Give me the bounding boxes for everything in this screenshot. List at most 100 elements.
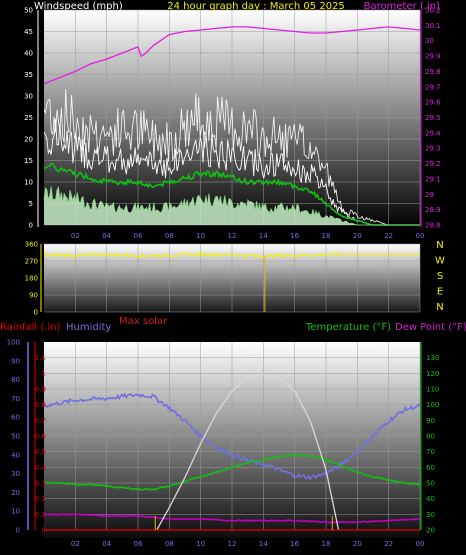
temperature-x-tick-label: 12 — [228, 540, 237, 548]
direction-compass-label: E — [437, 287, 443, 298]
wind-y-tick-label: 25 — [24, 114, 33, 122]
wind-x-tick-label: 14 — [259, 232, 268, 240]
rainfall-y-tick-label: 0 — [42, 527, 46, 535]
humidity-y-tick-label: 60 — [11, 414, 20, 422]
direction-compass-label: N — [436, 302, 443, 313]
direction-y-tick-label: 0 — [34, 309, 38, 317]
temperature-y-tick-label: 30 — [426, 511, 435, 519]
rainfall-y-tick-label: 0.3 — [35, 480, 46, 488]
direction-compass-label: N — [436, 240, 443, 251]
barometer-y-tick-label: 28.9 — [425, 206, 441, 214]
temperature-y-tick-label: 80 — [426, 433, 435, 441]
humidity-y-tick-label: 100 — [7, 339, 20, 347]
barometer-y-tick-label: 28.8 — [425, 222, 441, 230]
wind-y-tick-label: 35 — [24, 71, 33, 79]
rainfall-y-tick-label: 0.4 — [35, 464, 47, 472]
wind-y-tick-label: 5 — [29, 200, 33, 208]
rainfall-y-tick-label: 0.9 — [35, 386, 46, 394]
temperature-x-tick-label: 06 — [134, 540, 143, 548]
wind-x-tick-label: 02 — [71, 232, 80, 240]
temperature-x-tick-label: 00 — [416, 540, 425, 548]
barometer-y-tick-label: 29.6 — [425, 99, 441, 107]
humidity-y-tick-label: 20 — [11, 489, 20, 497]
direction-compass-label: W — [435, 256, 445, 267]
dewpoint-label: Dew Point (°F) — [395, 322, 466, 333]
humidity-label: Humidity — [66, 322, 111, 333]
barometer-y-tick-label: 29.4 — [425, 129, 441, 137]
temperature-y-tick-label: 100 — [426, 401, 439, 409]
barometer-y-tick-label: 30.1 — [425, 22, 441, 30]
wind-y-tick-label: 20 — [24, 136, 33, 144]
temperature-y-tick-label: 40 — [426, 495, 435, 503]
barometer-y-tick-label: 29.8 — [425, 68, 441, 76]
barometer-y-tick-label: 29.2 — [425, 160, 441, 168]
humidity-y-tick-label: 40 — [11, 451, 20, 459]
rainfall-y-tick-label: 0.2 — [35, 495, 46, 503]
barometer-label: Barometer (.in) — [364, 1, 440, 12]
direction-y-tick-label: 360 — [25, 241, 38, 249]
barometer-y-tick-label: 29.9 — [425, 53, 441, 61]
temperature-x-tick-label: 14 — [259, 540, 268, 548]
humidity-y-tick-label: 10 — [11, 508, 20, 516]
rainfall-y-tick-label: 0.8 — [35, 401, 46, 409]
wind-x-tick-label: 10 — [196, 232, 205, 240]
humidity-y-tick-label: 70 — [11, 395, 20, 403]
direction-y-tick-label: 180 — [25, 275, 38, 283]
rainfall-y-tick-label: 1 — [42, 370, 46, 378]
wind-y-tick-label: 45 — [24, 28, 33, 36]
temperature-y-tick-label: 90 — [426, 417, 435, 425]
barometer-y-tick-label: 30 — [425, 37, 434, 45]
humidity-y-tick-label: 80 — [11, 376, 20, 384]
temperature-x-tick-label: 10 — [196, 540, 205, 548]
wind-y-tick-label: 30 — [24, 93, 33, 101]
rainfall-y-tick-label: 0.1 — [35, 511, 46, 519]
wind-y-tick-label: 50 — [24, 7, 33, 15]
wind-x-tick-label: 00 — [416, 232, 425, 240]
barometer-y-tick-label: 29.7 — [425, 83, 441, 91]
direction-y-tick-label: 90 — [29, 292, 38, 300]
temperature-y-tick-label: 120 — [426, 370, 439, 378]
rainfall-y-tick-label: 0.6 — [35, 433, 47, 441]
direction-compass-label: S — [437, 271, 443, 282]
rainfall-label: Rainfall (.in) — [0, 322, 61, 333]
barometer-y-tick-label: 29.3 — [425, 145, 441, 153]
humidity-y-tick-label: 50 — [11, 433, 20, 441]
wind-x-tick-label: 20 — [353, 232, 362, 240]
wind-y-tick-label: 0 — [29, 222, 33, 230]
direction-y-tick-label: 270 — [25, 258, 38, 266]
temperature-y-tick-label: 110 — [426, 386, 439, 394]
temperature-x-tick-label: 08 — [165, 540, 174, 548]
windspeed-label: Windspeed (mph) — [34, 1, 123, 12]
wind-y-tick-label: 10 — [24, 179, 33, 187]
weather-graph: 0510152025303540455028.828.92929.129.229… — [0, 1, 466, 548]
temperature-y-tick-label: 50 — [426, 480, 435, 488]
chart-title: 24 hour graph day : March 05 2025 — [167, 1, 345, 12]
temperature-x-tick-label: 16 — [290, 540, 299, 548]
temperature-y-tick-label: 60 — [426, 464, 435, 472]
max-solar-label: Max solar — [119, 316, 168, 327]
temperature-x-tick-label: 02 — [71, 540, 80, 548]
barometer-y-tick-label: 29 — [425, 191, 434, 199]
temperature-y-tick-label: 20 — [426, 527, 435, 535]
wind-x-tick-label: 12 — [228, 232, 237, 240]
wind-x-tick-label: 06 — [134, 232, 143, 240]
barometer-y-tick-label: 29.1 — [425, 175, 441, 183]
humidity-y-tick-label: 0 — [16, 527, 20, 535]
barometer-y-tick-label: 29.5 — [425, 114, 441, 122]
wind-y-tick-label: 15 — [24, 157, 33, 165]
temperature-x-tick-label: 22 — [384, 540, 393, 548]
temperature-x-tick-label: 04 — [102, 540, 111, 548]
rainfall-y-tick-label: 1.1 — [35, 354, 46, 362]
wind-x-tick-label: 04 — [102, 232, 111, 240]
rainfall-y-tick-label: 0.7 — [35, 417, 46, 425]
rainfall-y-tick-label: 0.5 — [35, 448, 46, 456]
temperature-x-tick-label: 20 — [353, 540, 362, 548]
wind-x-tick-label: 22 — [384, 232, 393, 240]
wind-y-tick-label: 40 — [24, 50, 33, 58]
humidity-y-tick-label: 30 — [11, 470, 20, 478]
wind-x-tick-label: 08 — [165, 232, 174, 240]
temperature-y-tick-label: 130 — [426, 354, 439, 362]
temperature-x-tick-label: 18 — [322, 540, 331, 548]
wind-x-tick-label: 16 — [290, 232, 299, 240]
temperature-label: Temperature (°F) — [305, 322, 391, 333]
